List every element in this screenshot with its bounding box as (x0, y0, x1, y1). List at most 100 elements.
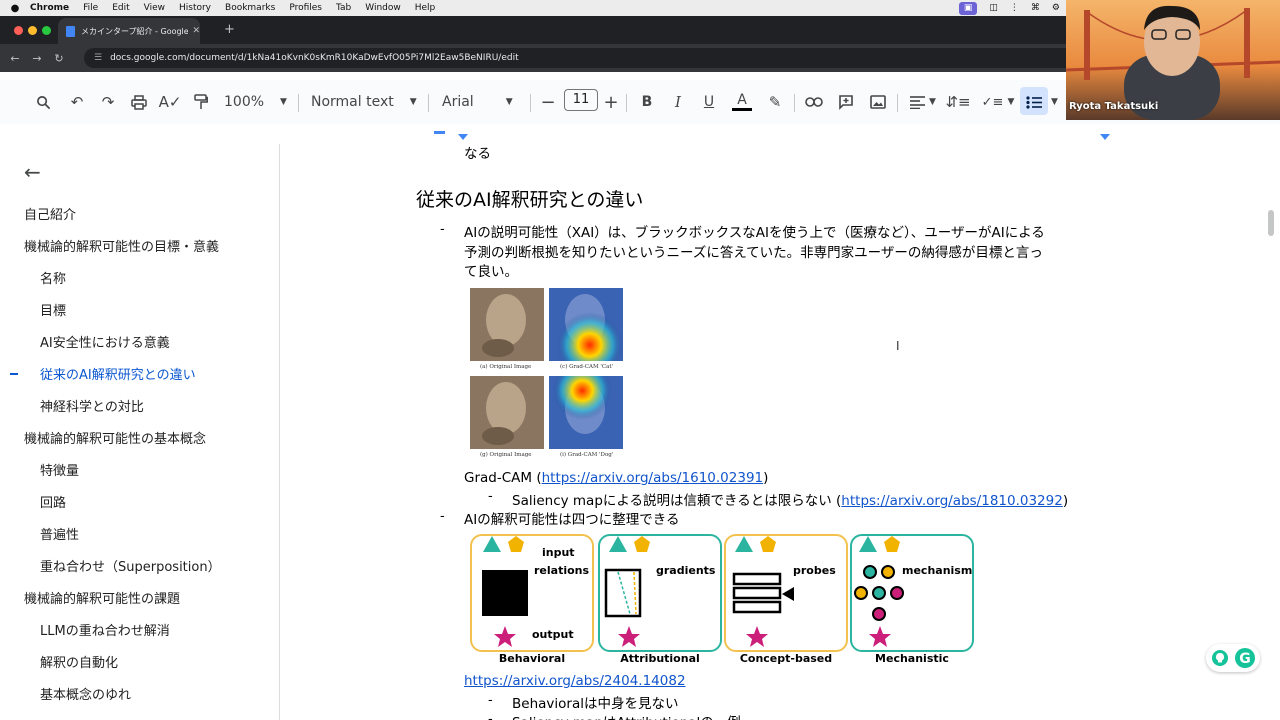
outline-item[interactable]: 重ね合わせ（Superposition） (40, 556, 221, 575)
address-bar[interactable]: ☰ docs.google.com/document/d/1kNa41oKvnK… (84, 48, 1084, 68)
outline-item[interactable]: 普遍性 (40, 524, 79, 543)
saliency-link[interactable]: https://arxiv.org/abs/1810.03292 (841, 493, 1063, 509)
new-tab-icon[interactable]: + (224, 22, 235, 37)
svg-text:G: G (1239, 651, 1251, 667)
browser-tab-active[interactable]: メカインタープ紹介 - Google D ✕ (58, 18, 200, 44)
chevron-down-icon: ▼ (505, 97, 513, 107)
status-icon[interactable]: ⋮ (1010, 3, 1019, 13)
outline-item[interactable]: 機械論的解釈可能性の課題 (24, 588, 180, 607)
outline-item-active[interactable]: 従来のAI解釈研究との違い (40, 364, 196, 383)
chevron-down-icon: ▼ (409, 97, 417, 107)
fig-input-text: input (542, 546, 575, 559)
zoom-select[interactable]: 100% ▼ (224, 80, 294, 124)
outline-item[interactable]: 回路 (40, 492, 66, 511)
gradcam-link[interactable]: https://arxiv.org/abs/1610.02391 (542, 470, 764, 486)
settings-icon[interactable]: ⚙ (1052, 3, 1060, 13)
menu-profiles[interactable]: Profiles (289, 3, 322, 13)
decrease-font-size-icon[interactable]: − (538, 80, 558, 124)
toolbar-divider (298, 94, 299, 112)
interpretability-paper-link[interactable]: https://arxiv.org/abs/2404.14082 (464, 673, 686, 689)
ruler-first-line-indent[interactable] (434, 131, 445, 134)
menu-history[interactable]: History (179, 3, 211, 13)
outline-item[interactable]: LLMの重ね合わせ解消 (40, 620, 170, 639)
outline-item[interactable]: 解釈の自動化 (40, 652, 118, 671)
attributional-label: Attributional (620, 652, 700, 665)
menu-bookmarks[interactable]: Bookmarks (225, 3, 275, 13)
bullet-text-line: て良い。 (464, 264, 518, 280)
paragraph-style-select[interactable]: Normal text ▼ (311, 80, 417, 124)
style-value: Normal text (311, 94, 394, 110)
checklist-select[interactable]: ✓≡ ▼ (980, 80, 1016, 124)
battery-icon[interactable]: ◫ (989, 3, 998, 13)
text-color-icon[interactable]: A (731, 80, 753, 124)
gradcam-suffix: ) (763, 470, 769, 486)
document-scrollbar-thumb[interactable] (1268, 210, 1274, 236)
outline-item[interactable]: 名称 (40, 268, 66, 287)
italic-icon[interactable]: I (668, 80, 688, 124)
outline-item[interactable]: 神経科学との対比 (40, 396, 144, 415)
outline-item[interactable]: 目標 (40, 300, 66, 319)
add-comment-icon[interactable] (835, 80, 857, 124)
search-menus-icon[interactable] (32, 80, 54, 124)
chevron-down-icon: ▼ (1007, 97, 1015, 107)
gradcam-figure-image[interactable]: (a) Original Image (c) Grad-CAM 'Cat' (g… (468, 286, 628, 462)
redo-icon[interactable]: ↷ (97, 80, 119, 124)
menu-app-name[interactable]: Chrome (30, 3, 69, 13)
menu-file[interactable]: File (83, 3, 98, 13)
command-icon[interactable]: ⌘ (1031, 3, 1040, 13)
menu-view[interactable]: View (144, 3, 165, 13)
fig-gradients-text: gradients (656, 564, 716, 577)
paint-format-icon[interactable] (190, 80, 212, 124)
outline-item[interactable]: 基本概念のゆれ (40, 684, 131, 703)
menu-help[interactable]: Help (415, 3, 436, 13)
bullet-text-line: 予測の判断根拠を知りたいというニーズに答えていた。非専門家ユーザーの納得感が目標… (464, 245, 1043, 261)
outline-item[interactable]: AI安全性における意義 (40, 332, 170, 351)
undo-icon[interactable]: ↶ (66, 80, 88, 124)
spellcheck-icon[interactable]: A✓ (159, 80, 182, 124)
outline-item[interactable]: 機械論的解釈可能性の基本概念 (24, 428, 206, 447)
mechanistic-card (850, 534, 974, 652)
insert-image-icon[interactable] (867, 80, 889, 124)
print-icon[interactable] (128, 80, 150, 124)
text-cursor-icon: I (896, 339, 900, 353)
menu-edit[interactable]: Edit (112, 3, 129, 13)
tab-title: メカインタープ紹介 - Google D (81, 26, 189, 36)
list-bullet-dash: - (488, 712, 493, 720)
tab-close-icon[interactable]: ✕ (192, 26, 200, 36)
increase-font-size-icon[interactable]: + (601, 80, 621, 124)
outline-item[interactable]: 機械論的解釈可能性の目標・意義 (24, 236, 219, 255)
back-icon[interactable]: ← (4, 52, 26, 65)
outline-item[interactable]: 自己紹介 (24, 204, 76, 223)
ruler (280, 124, 1280, 144)
menu-tab[interactable]: Tab (336, 3, 351, 13)
menu-window[interactable]: Window (365, 3, 401, 13)
highlight-color-icon[interactable]: ✎ (764, 80, 786, 124)
figure-caption: (a) Original Image (480, 364, 532, 370)
apple-icon[interactable]: ● (0, 3, 30, 14)
ruler-left-indent-marker[interactable] (458, 134, 468, 140)
align-select[interactable]: ▼ (905, 80, 941, 124)
outline-item[interactable]: 特徴量 (40, 460, 79, 479)
ruler-right-indent-marker[interactable] (1100, 134, 1110, 140)
close-outline-arrow-icon[interactable]: ← (24, 160, 41, 184)
line-spacing-icon[interactable]: ⇵≡ (945, 80, 970, 124)
font-size-input[interactable]: 11 (564, 89, 598, 111)
bold-icon[interactable]: B (637, 80, 657, 124)
grammarly-widget[interactable]: G (1206, 644, 1260, 672)
site-info-icon[interactable]: ☰ (94, 53, 102, 63)
insert-link-icon[interactable] (803, 80, 825, 124)
window-close-icon[interactable] (14, 26, 23, 35)
interpretability-figure-image[interactable]: input relations output gradients probes … (468, 530, 982, 668)
screen-share-icon[interactable]: ▣ (958, 1, 978, 15)
forward-icon[interactable]: → (26, 52, 48, 65)
font-select[interactable]: Arial ▼ (442, 80, 522, 124)
reload-icon[interactable]: ↻ (48, 52, 70, 65)
list-bullet-dash: - (440, 509, 445, 524)
google-docs-favicon-icon (66, 25, 75, 37)
window-minimize-icon[interactable] (28, 26, 37, 35)
list-bullet-dash: - (488, 693, 493, 708)
underline-icon[interactable]: U (699, 80, 719, 124)
window-zoom-icon[interactable] (42, 26, 51, 35)
bulleted-list-select[interactable]: ▼ (1022, 80, 1062, 124)
fig-relations-text: relations (534, 564, 590, 577)
